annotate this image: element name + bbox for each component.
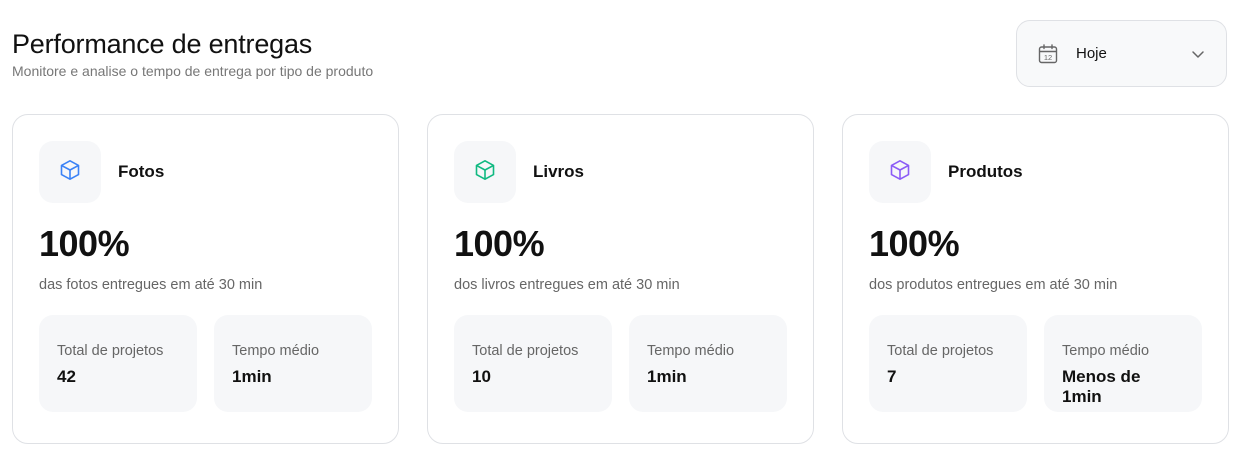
card-icon-container (39, 141, 101, 203)
chevron-down-icon (1190, 46, 1206, 62)
delivery-percent: 100% (454, 223, 545, 264)
stat-value: 10 (472, 367, 491, 386)
calendar-icon: 12 (1037, 43, 1059, 65)
stat-total-projects: Total de projetos 10 (454, 315, 612, 412)
stat-label: Total de projetos (57, 343, 164, 359)
date-filter-selected: Hoje (1076, 45, 1107, 62)
delivery-description: dos produtos entregues em até 30 min (869, 277, 1118, 293)
stat-value: 42 (57, 367, 76, 386)
delivery-description: das fotos entregues em até 30 min (39, 277, 263, 293)
stat-average-time: Tempo médio 1min (629, 315, 787, 412)
stat-value: 1min (647, 367, 687, 386)
card-title: Produtos (948, 162, 1023, 181)
stat-average-time: Tempo médio 1min (214, 315, 372, 412)
card-fotos: Fotos 100% das fotos entregues em até 30… (12, 114, 399, 444)
stat-label: Total de projetos (887, 343, 994, 359)
stat-label: Tempo médio (647, 343, 735, 359)
box-icon (888, 158, 912, 187)
stat-value: Menos de 1min (1062, 367, 1141, 406)
calendar-day-number: 12 (1044, 53, 1052, 62)
stat-total-projects: Total de projetos 7 (869, 315, 1027, 412)
stat-label: Total de projetos (472, 343, 579, 359)
delivery-description: dos livros entregues em até 30 min (454, 277, 680, 293)
stat-label: Tempo médio (1062, 343, 1150, 359)
delivery-percent: 100% (869, 223, 960, 264)
stat-average-time: Tempo médio Menos de 1min (1044, 315, 1202, 412)
page-subtitle: Monitore e analise o tempo de entrega po… (12, 63, 374, 79)
page-title: Performance de entregas (12, 29, 313, 59)
date-filter-dropdown[interactable]: 12 Hoje (1016, 20, 1227, 87)
page-header: Performance de entregas Monitore e anali… (12, 28, 373, 80)
stat-value: 1min (232, 367, 272, 386)
card-title: Fotos (118, 162, 165, 181)
card-icon-container (869, 141, 931, 203)
card-produtos: Produtos 100% dos produtos entregues em … (842, 114, 1229, 444)
delivery-percent: 100% (39, 223, 130, 264)
box-icon (58, 158, 82, 187)
box-icon (473, 158, 497, 187)
card-title: Livros (533, 162, 585, 181)
delivery-cards: Fotos 100% das fotos entregues em até 30… (12, 114, 1229, 444)
stat-label: Tempo médio (232, 343, 320, 359)
stat-value: 7 (887, 367, 897, 386)
card-icon-container (454, 141, 516, 203)
card-livros: Livros 100% dos livros entregues em até … (427, 114, 814, 444)
stat-total-projects: Total de projetos 42 (39, 315, 197, 412)
